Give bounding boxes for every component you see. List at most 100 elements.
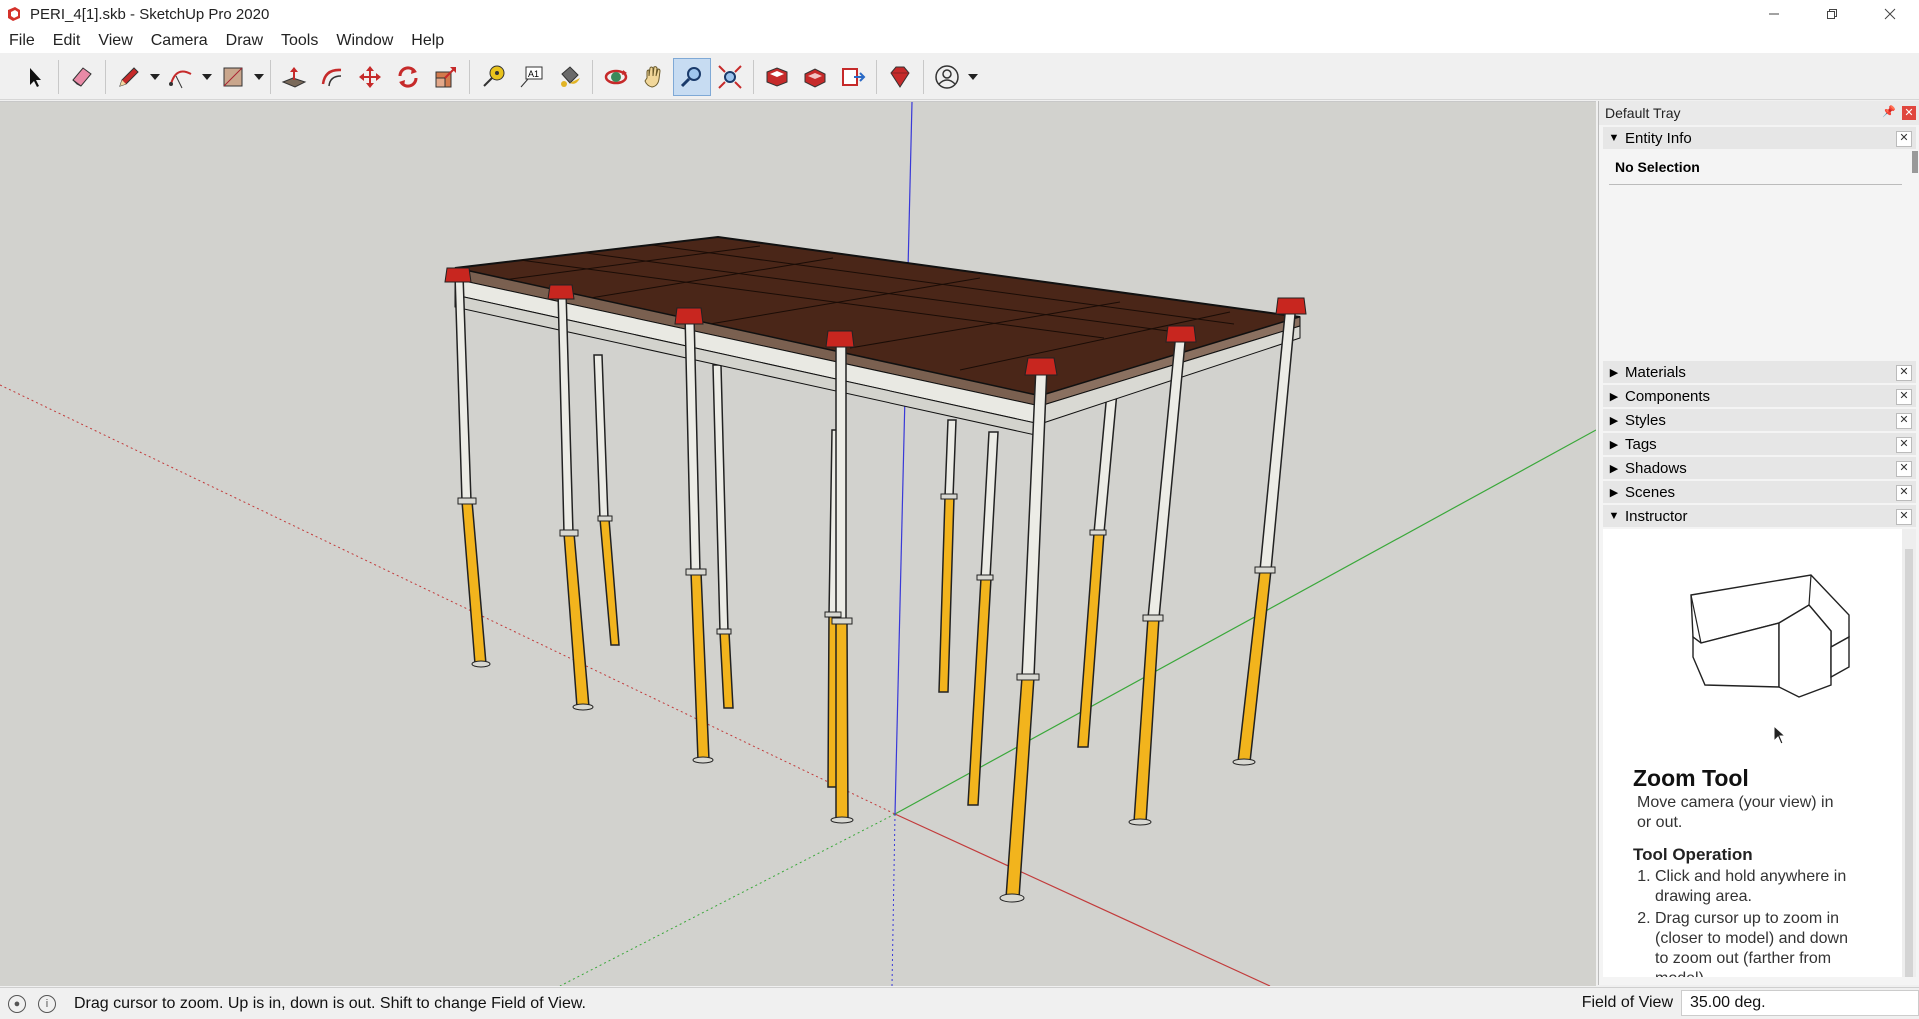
styles-panel-header[interactable]: ▶ Styles ✕ bbox=[1603, 409, 1916, 431]
pin-icon[interactable]: 📌 bbox=[1882, 105, 1896, 118]
rectangle-tool-button[interactable] bbox=[214, 58, 252, 96]
arc-icon bbox=[169, 70, 192, 88]
menu-camera[interactable]: Camera bbox=[142, 32, 217, 50]
instructor-scrollbar[interactable] bbox=[1902, 529, 1916, 977]
instructor-panel-header[interactable]: ▼ Instructor ✕ bbox=[1603, 505, 1916, 527]
send-to-layout-button[interactable] bbox=[834, 58, 872, 96]
scroll-thumb[interactable] bbox=[1905, 549, 1913, 977]
chevron-down-icon bbox=[150, 73, 160, 80]
rectangle-tool-dropdown[interactable] bbox=[252, 58, 266, 96]
user-account-icon bbox=[935, 64, 959, 89]
line-tool-button[interactable] bbox=[110, 58, 148, 96]
title-bar: PERI_4[1].skb - SketchUp Pro 2020 bbox=[0, 0, 1919, 28]
menu-view[interactable]: View bbox=[89, 32, 141, 50]
rotate-tool-button[interactable] bbox=[389, 58, 427, 96]
menu-file[interactable]: File bbox=[0, 32, 44, 50]
svg-text:A1: A1 bbox=[528, 69, 539, 79]
zoom-extents-tool-button[interactable] bbox=[711, 58, 749, 96]
chevron-down-icon bbox=[254, 73, 264, 80]
panel-close-button[interactable]: ✕ bbox=[1896, 485, 1912, 501]
model-canvas[interactable] bbox=[0, 102, 1596, 986]
menu-edit[interactable]: Edit bbox=[44, 32, 90, 50]
zoom-extents-icon bbox=[718, 64, 742, 89]
account-button[interactable] bbox=[928, 58, 966, 96]
collapsed-triangle-icon: ▶ bbox=[1609, 414, 1619, 427]
offset-tool-button[interactable] bbox=[313, 58, 351, 96]
panel-close-button[interactable]: ✕ bbox=[1896, 413, 1912, 429]
push-pull-tool-button[interactable] bbox=[275, 58, 313, 96]
scale-tool-button[interactable] bbox=[427, 58, 465, 96]
close-window-button[interactable] bbox=[1861, 0, 1919, 28]
arc-tool-button[interactable] bbox=[162, 58, 200, 96]
menu-tools[interactable]: Tools bbox=[272, 32, 327, 50]
collapsed-triangle-icon: ▶ bbox=[1609, 486, 1619, 499]
move-tool-button[interactable] bbox=[351, 58, 389, 96]
shadows-panel-header[interactable]: ▶ Shadows ✕ bbox=[1603, 457, 1916, 479]
panel-close-button[interactable]: ✕ bbox=[1896, 365, 1912, 381]
rotate-icon bbox=[398, 65, 418, 88]
window-controls bbox=[1745, 0, 1919, 28]
list-item: Drag cursor up to zoom in (closer to mod… bbox=[1655, 909, 1865, 977]
zoom-tool-button[interactable] bbox=[673, 57, 711, 96]
tool-title: Zoom Tool bbox=[1633, 765, 1749, 791]
tape-measure-tool-button[interactable] bbox=[474, 58, 512, 96]
panel-close-button[interactable]: ✕ bbox=[1896, 461, 1912, 477]
scenes-panel-header[interactable]: ▶ Scenes ✕ bbox=[1603, 481, 1916, 503]
collapsed-triangle-icon: ▶ bbox=[1609, 366, 1619, 379]
extension-manager-button[interactable] bbox=[881, 58, 919, 96]
selection-status: No Selection bbox=[1615, 159, 1700, 175]
components-panel-header[interactable]: ▶ Components ✕ bbox=[1603, 385, 1916, 407]
3d-warehouse-button[interactable] bbox=[758, 58, 796, 96]
pan-tool-button[interactable] bbox=[635, 58, 673, 96]
restore-button[interactable] bbox=[1803, 0, 1861, 28]
drawing-area[interactable] bbox=[0, 101, 1596, 986]
orbit-tool-button[interactable] bbox=[597, 58, 635, 96]
panel-close-button[interactable]: ✕ bbox=[1896, 509, 1912, 525]
arc-tool-dropdown[interactable] bbox=[200, 58, 214, 96]
tags-panel-header[interactable]: ▶ Tags ✕ bbox=[1603, 433, 1916, 455]
measurements-label: Field of View bbox=[1581, 994, 1673, 1011]
main-toolbar: A1 bbox=[0, 54, 1919, 100]
panel-close-button[interactable]: ✕ bbox=[1896, 437, 1912, 453]
eraser-icon bbox=[72, 66, 92, 87]
menu-window[interactable]: Window bbox=[327, 32, 402, 50]
panel-close-button[interactable]: ✕ bbox=[1896, 389, 1912, 405]
entity-info-panel-header[interactable]: ▼ Entity Info ✕ bbox=[1603, 127, 1916, 149]
toolbar-divider bbox=[58, 59, 59, 94]
minimize-button[interactable] bbox=[1745, 0, 1803, 28]
chevron-down-icon bbox=[968, 73, 978, 80]
extension-warehouse-button[interactable] bbox=[796, 58, 834, 96]
line-tool-dropdown[interactable] bbox=[148, 58, 162, 96]
ruby-gem-icon bbox=[890, 66, 910, 88]
menu-draw[interactable]: Draw bbox=[217, 32, 272, 50]
expanded-triangle-icon: ▼ bbox=[1608, 132, 1620, 144]
operation-heading: Tool Operation bbox=[1633, 845, 1753, 864]
panel-label: Components bbox=[1625, 387, 1711, 405]
list-item: Click and hold anywhere in drawing area. bbox=[1655, 867, 1865, 907]
sketchup-logo-icon bbox=[8, 7, 20, 21]
info-icon[interactable]: i bbox=[38, 994, 56, 1013]
menu-help[interactable]: Help bbox=[402, 32, 453, 50]
measurements-input[interactable]: 35.00 deg. bbox=[1681, 990, 1919, 1016]
materials-panel-header[interactable]: ▶ Materials ✕ bbox=[1603, 361, 1916, 383]
text-tool-button[interactable]: A1 bbox=[512, 58, 550, 96]
panel-label: Scenes bbox=[1625, 483, 1676, 501]
pan-hand-icon bbox=[644, 65, 661, 88]
warehouse-icon bbox=[766, 66, 788, 87]
toolbar-divider bbox=[469, 59, 470, 94]
menu-bar: File Edit View Camera Draw Tools Window … bbox=[0, 28, 1919, 53]
expanded-triangle-icon: ▼ bbox=[1608, 510, 1620, 522]
tray-close-button[interactable]: ✕ bbox=[1902, 106, 1916, 120]
paint-bucket-tool-button[interactable] bbox=[550, 58, 588, 96]
eraser-tool-button[interactable] bbox=[63, 58, 101, 96]
collapsed-triangle-icon: ▶ bbox=[1609, 462, 1619, 475]
status-bar: ● i Drag cursor to zoom. Up is in, down … bbox=[0, 987, 1919, 1019]
tape-measure-icon bbox=[483, 65, 505, 87]
geo-location-icon[interactable]: ● bbox=[8, 994, 26, 1013]
layout-icon bbox=[842, 67, 866, 86]
panel-close-button[interactable]: ✕ bbox=[1896, 131, 1912, 147]
select-tool-button[interactable] bbox=[16, 58, 54, 96]
account-dropdown[interactable] bbox=[966, 58, 980, 96]
panel-label: Materials bbox=[1625, 363, 1686, 381]
panel-label: Tags bbox=[1625, 435, 1657, 453]
